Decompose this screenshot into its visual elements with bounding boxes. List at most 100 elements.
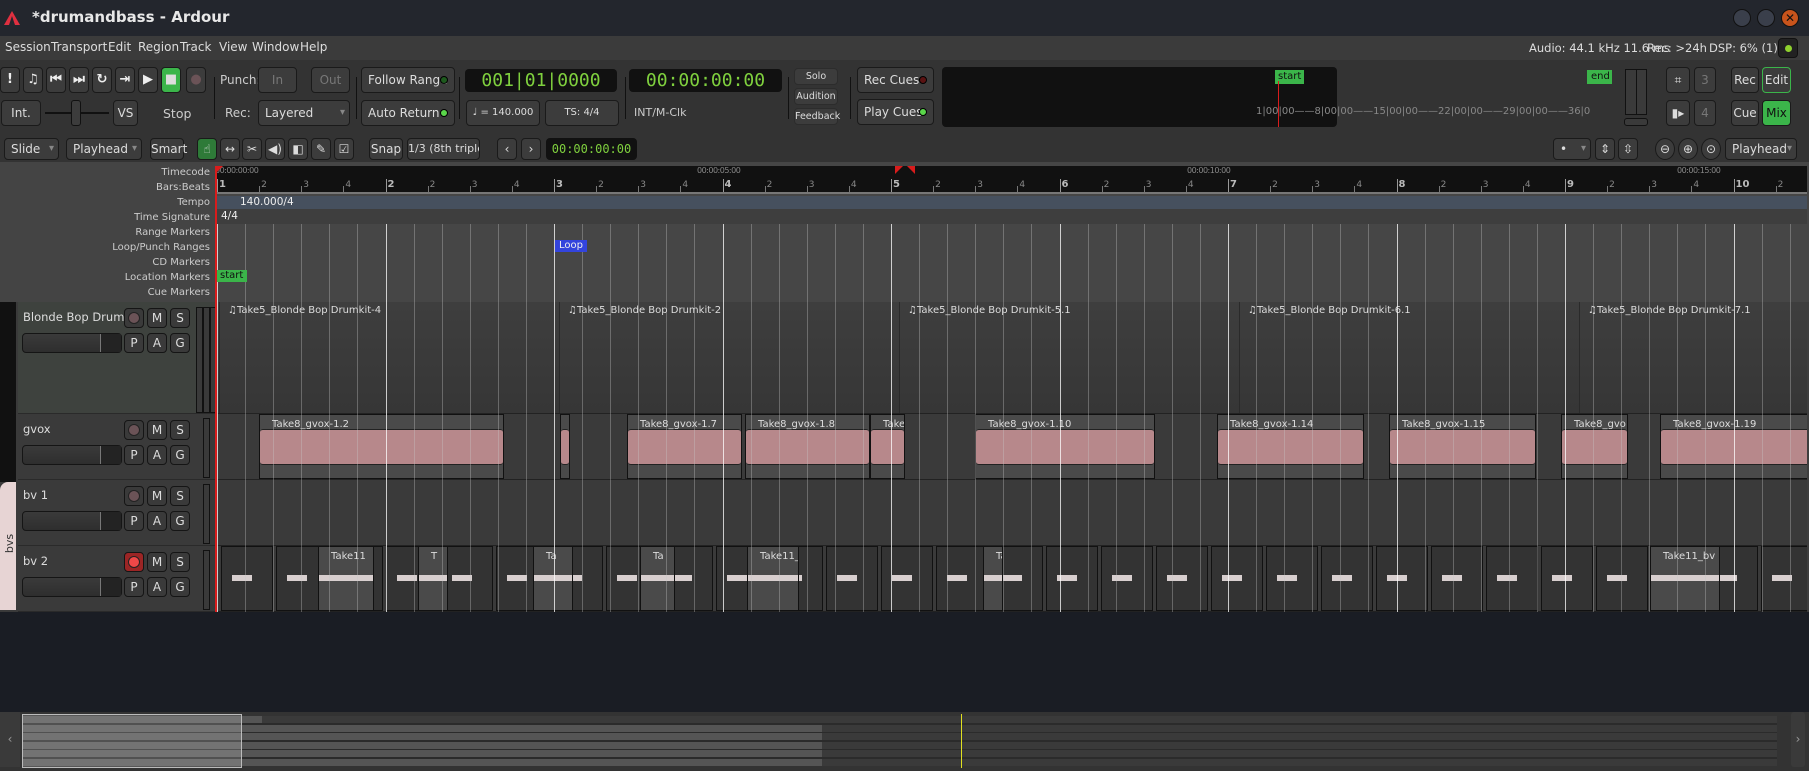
editor-canvas[interactable]: ♫Take5_Blonde Bop Drumkit-4 ♫Take5_Blonde… — [215, 302, 1807, 612]
midi-region[interactable]: ♫Take5_Blonde Bop Drumkit-2 — [559, 302, 899, 413]
track-header-blonde-bop-drumkit[interactable]: Blonde Bop Drumkit M S P A G — [18, 302, 217, 414]
midi-region[interactable]: ♫Take5_Blonde Bop Drumkit-4 — [219, 302, 559, 413]
solo-button[interactable]: S — [170, 486, 190, 506]
record-arm-button[interactable] — [124, 486, 144, 506]
page-4-button[interactable]: 4 — [1694, 100, 1716, 126]
audio-region[interactable]: Take11_bv 2- — [1650, 546, 1720, 611]
mute-button[interactable]: M — [147, 486, 167, 506]
internal-edit-tool-button[interactable]: ☑ — [334, 138, 354, 160]
audio-region[interactable]: Take8_gvo — [1561, 414, 1628, 479]
draw-tool-button[interactable]: ✎ — [311, 138, 331, 160]
summary-pane[interactable]: ‹ › — [0, 712, 1809, 771]
playlist-button[interactable]: P — [124, 511, 144, 531]
auto-return-button[interactable]: Auto Return — [361, 100, 455, 126]
automation-button[interactable]: A — [147, 333, 167, 353]
playlist-button[interactable]: P — [124, 577, 144, 597]
ruler-label-bars-beats[interactable]: Bars:Beats — [156, 182, 210, 193]
mini-start-marker[interactable]: start — [1275, 70, 1305, 84]
group-button[interactable]: G — [170, 333, 190, 353]
ruler-label-timecode[interactable]: Timecode — [161, 167, 210, 178]
playlist-button[interactable]: P — [124, 445, 144, 465]
mute-button[interactable]: M — [147, 308, 167, 328]
group-button[interactable]: G — [170, 445, 190, 465]
ruler-label-cue-markers[interactable]: Cue Markers — [148, 287, 210, 298]
tempo-marker[interactable]: 140.000/4 — [240, 196, 294, 208]
audio-region[interactable] — [1266, 546, 1318, 611]
follow-range-button[interactable]: Follow Range — [361, 67, 455, 93]
metronome-button[interactable]: ♫ — [23, 67, 43, 93]
shrink-tracks-button[interactable]: ⇕ — [1595, 138, 1615, 160]
goto-end-button[interactable]: ⏭ — [69, 67, 89, 93]
bars-beats-ruler[interactable]: 1234223432344234523462347234823492341023… — [215, 179, 1807, 194]
tempo-button[interactable]: ♩ = 140.000 — [466, 100, 540, 126]
zoom-focus-dropdown[interactable]: Playhead — [1725, 138, 1797, 160]
meter-reset-button[interactable] — [1624, 118, 1648, 126]
audio-region[interactable] — [221, 546, 273, 611]
close-button[interactable]: ✕ — [1781, 9, 1799, 27]
track-lane-bv-2[interactable]: Take11 T Ta Ta Take11_b Ta Take11_bv 2- — [215, 546, 1807, 612]
audio-region[interactable]: Ta — [533, 546, 573, 611]
gain-fader[interactable] — [22, 333, 122, 353]
track-lane-blonde-bop-drumkit[interactable]: ♫Take5_Blonde Bop Drumkit-4 ♫Take5_Blonde… — [215, 302, 1807, 414]
record-arm-button[interactable] — [124, 308, 144, 328]
track-lane-bv-1[interactable] — [215, 480, 1807, 546]
audio-region[interactable] — [1431, 546, 1483, 611]
audio-region[interactable] — [1211, 546, 1263, 611]
audio-region[interactable] — [1156, 546, 1208, 611]
feedback-alert-button[interactable]: Feedback — [794, 108, 840, 125]
audio-region[interactable]: T — [418, 546, 448, 611]
cue-play-button[interactable]: ▮▸ — [1666, 100, 1690, 126]
playlist-button[interactable]: P — [124, 333, 144, 353]
nudge-backward-button[interactable]: ‹ — [497, 138, 517, 160]
summary-scroll-right[interactable]: › — [1791, 712, 1805, 767]
track-name[interactable]: bv 2 — [23, 554, 48, 568]
rec-cues-button[interactable]: Rec Cues — [857, 67, 934, 93]
meter-marker[interactable]: 4/4 — [221, 210, 238, 222]
loop-button[interactable]: ↻ — [92, 67, 112, 93]
bbt-clock[interactable]: 001|01|0000 — [465, 69, 617, 92]
midi-region[interactable]: ♫Take5_Blonde Bop Drumkit-6.1 — [1239, 302, 1579, 413]
nudge-forward-button[interactable]: › — [521, 138, 541, 160]
meter-button[interactable]: TS: 4/4 — [545, 100, 619, 126]
grid-type-dropdown[interactable]: 1/3 (8th triplet — [407, 138, 480, 160]
track-header-gvox[interactable]: gvox M S P A G — [18, 414, 215, 480]
timecode-clock[interactable]: 00:00:00:00 — [629, 69, 782, 92]
audition-alert-button[interactable]: Audition — [794, 88, 838, 105]
audio-region[interactable] — [1046, 546, 1098, 611]
audio-region[interactable]: Take11_b — [747, 546, 799, 611]
mix-window-button[interactable]: Mix — [1762, 100, 1791, 126]
menu-session[interactable]: Session — [5, 40, 51, 54]
audio-region[interactable]: Take8_gvox-1.14 — [1217, 414, 1364, 479]
track-name[interactable]: Blonde Bop Drumkit — [23, 310, 139, 324]
menu-help[interactable]: Help — [300, 40, 327, 54]
record-arm-button[interactable] — [124, 552, 144, 572]
audio-region[interactable]: Take8_gvox-1.15 — [1389, 414, 1536, 479]
panic-button[interactable]: ! — [0, 67, 20, 93]
audio-region[interactable] — [1761, 546, 1807, 611]
audio-region[interactable] — [441, 546, 493, 611]
menu-track[interactable]: Track — [180, 40, 211, 54]
shuttle-slider[interactable] — [45, 100, 109, 126]
menu-view[interactable]: View — [219, 40, 247, 54]
audio-region[interactable] — [1101, 546, 1153, 611]
punch-out-button[interactable]: Out — [311, 67, 350, 93]
play-cues-button[interactable]: Play Cues — [857, 99, 934, 125]
goto-start-button[interactable]: ⏮ — [46, 67, 66, 93]
rec-window-button[interactable]: Rec — [1731, 67, 1759, 93]
summary-viewport[interactable] — [22, 714, 242, 768]
audio-region[interactable] — [1596, 546, 1648, 611]
audio-region[interactable] — [1376, 546, 1428, 611]
audio-region[interactable] — [936, 546, 988, 611]
snap-button[interactable]: Snap — [369, 138, 403, 160]
automation-button[interactable]: A — [147, 445, 167, 465]
playhead-ruler[interactable] — [215, 166, 217, 302]
ruler-label-time-signature[interactable]: Time Signature — [134, 212, 210, 223]
track-header-bv-2[interactable]: bv 2 M S P A G — [18, 546, 215, 612]
track-lane-gvox[interactable]: Take8_gvox-1.2 Take8_gvox-1.7 Take8_gvox-1… — [215, 414, 1807, 480]
zoom-to-session-button[interactable]: ⊙ — [1701, 138, 1721, 160]
gain-fader[interactable] — [22, 511, 122, 531]
audio-region[interactable]: Ta — [640, 546, 675, 611]
menu-transport[interactable]: Transport — [51, 40, 107, 54]
start-location-marker[interactable]: start — [216, 270, 248, 282]
audition-tool-button[interactable]: ◀) — [265, 138, 285, 160]
